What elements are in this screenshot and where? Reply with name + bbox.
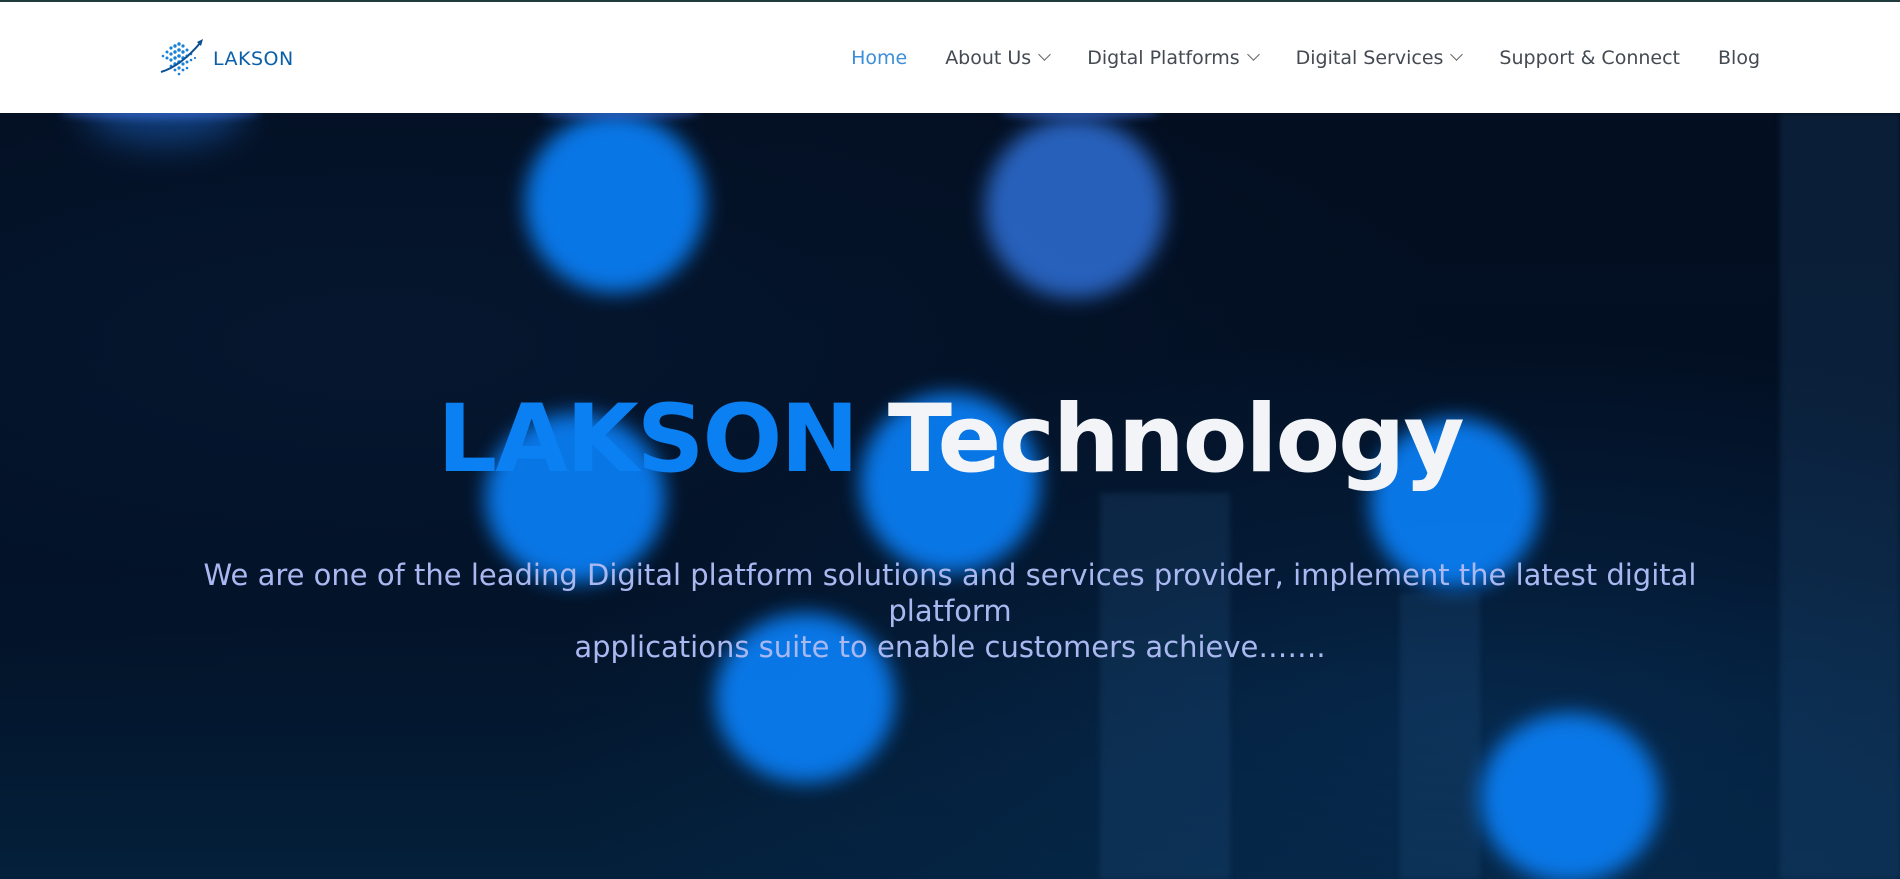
nav-item-digital-services[interactable]: Digital Services [1295,46,1464,69]
nav-label: Blog [1718,46,1760,69]
chevron-down-icon [1246,48,1260,61]
logo-text: LAKSON [213,48,294,70]
nav-label: Support & Connect [1499,46,1680,69]
hero-title: LAKSON Technology [0,393,1900,487]
nav-label: Home [851,46,908,69]
hero-title-brand: LAKSON [437,385,859,494]
nav-item-blog[interactable]: Blog [1718,47,1760,69]
hero-title-rest: Technology [887,385,1465,494]
nav-label: Digital Services [1295,46,1444,69]
background-building [1100,493,1230,879]
nav-label: Digtal Platforms [1087,46,1240,69]
bokeh-light [525,113,705,293]
hero-section: LAKSON Technology We are one of the lead… [0,113,1900,879]
nav-item-digital-platforms[interactable]: Digtal Platforms [1087,46,1260,69]
chevron-down-icon [1038,48,1052,61]
chevron-down-icon [1450,48,1464,61]
lakson-logo-icon [157,36,209,80]
site-logo[interactable]: LAKSON [157,35,294,81]
page: LAKSON Home About Us Digtal Platforms Di… [0,0,1900,879]
bokeh-light [985,118,1165,298]
hero-subtitle: We are one of the leading Digital platfo… [150,557,1750,665]
hero-subtitle-line1: We are one of the leading Digital platfo… [203,558,1697,628]
background-building [1780,113,1900,879]
nav-item-home[interactable]: Home [851,47,907,69]
nav-item-support-connect[interactable]: Support & Connect [1499,47,1680,69]
hero-subtitle-line2: applications suite to enable customers a… [574,630,1326,664]
nav-item-about-us[interactable]: About Us [945,46,1052,69]
site-header: LAKSON Home About Us Digtal Platforms Di… [0,0,1900,113]
nav-label: About Us [945,46,1032,69]
main-nav: Home About Us Digtal Platforms Digital S… [813,2,1760,113]
bokeh-light [1480,713,1660,879]
